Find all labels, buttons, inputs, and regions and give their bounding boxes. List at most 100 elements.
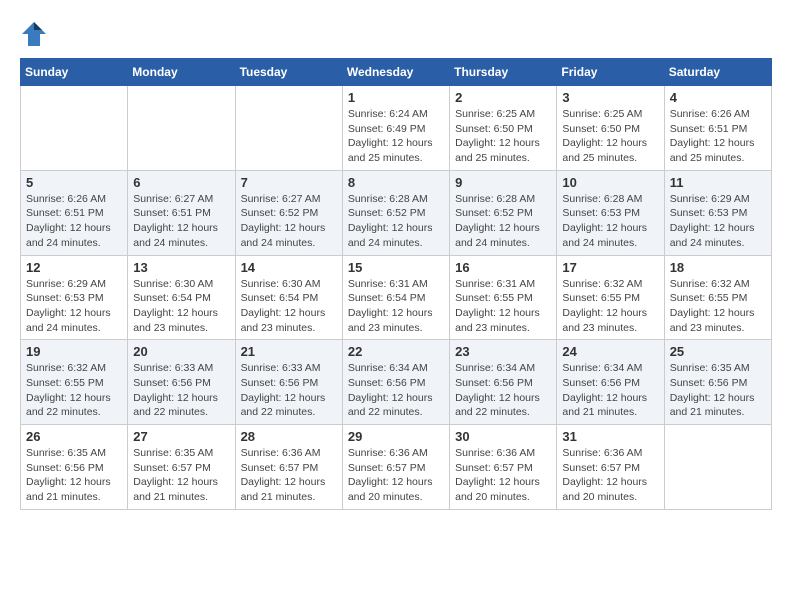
day-number: 26 [26,429,122,444]
calendar-week-row: 5Sunrise: 6:26 AM Sunset: 6:51 PM Daylig… [21,170,772,255]
day-number: 16 [455,260,551,275]
day-number: 18 [670,260,766,275]
calendar-cell: 31 Sunrise: 6:36 AM Sunset: 6:57 PM Dayli… [557,425,664,510]
weekday-header: Tuesday [235,59,342,86]
day-detail: Sunrise: 6:35 AM Sunset: 6:57 PM Dayligh… [133,446,229,505]
calendar-week-row: 19 Sunrise: 6:32 AM Sunset: 6:55 PM Dayli… [21,340,772,425]
day-number: 2 [455,90,551,105]
calendar-cell: 11 Sunrise: 6:29 AM Sunset: 6:53 PM Dayli… [664,170,771,255]
weekday-header: Sunday [21,59,128,86]
day-detail: Sunrise: 6:34 AM Sunset: 6:56 PM Dayligh… [562,361,658,420]
day-detail: Sunrise: 6:36 AM Sunset: 6:57 PM Dayligh… [455,446,551,505]
day-detail: Sunrise: 6:36 AM Sunset: 6:57 PM Dayligh… [562,446,658,505]
calendar-table: SundayMondayTuesdayWednesdayThursdayFrid… [20,58,772,510]
day-number: 23 [455,344,551,359]
calendar-week-row: 1Sunrise: 6:24 AM Sunset: 6:49 PM Daylig… [21,86,772,171]
weekday-header: Thursday [450,59,557,86]
day-number: 24 [562,344,658,359]
calendar-cell: 24 Sunrise: 6:34 AM Sunset: 6:56 PM Dayli… [557,340,664,425]
day-number: 29 [348,429,444,444]
day-detail: Sunrise: 6:30 AM Sunset: 6:54 PM Dayligh… [133,277,229,336]
calendar-cell: 20 Sunrise: 6:33 AM Sunset: 6:56 PM Dayli… [128,340,235,425]
calendar-week-row: 12 Sunrise: 6:29 AM Sunset: 6:53 PM Dayli… [21,255,772,340]
calendar-cell: 21 Sunrise: 6:33 AM Sunset: 6:56 PM Dayli… [235,340,342,425]
day-number: 6 [133,175,229,190]
day-detail: Sunrise: 6:29 AM Sunset: 6:53 PM Dayligh… [670,192,766,251]
calendar-cell [21,86,128,171]
calendar-cell: 2 Sunrise: 6:25 AM Sunset: 6:50 PM Daylig… [450,86,557,171]
calendar-cell: 30 Sunrise: 6:36 AM Sunset: 6:57 PM Dayli… [450,425,557,510]
calendar-cell: 23Sunrise: 6:34 AM Sunset: 6:56 PM Dayli… [450,340,557,425]
day-number: 8 [348,175,444,190]
day-number: 19 [26,344,122,359]
day-detail: Sunrise: 6:29 AM Sunset: 6:53 PM Dayligh… [26,277,122,336]
calendar-cell: 8Sunrise: 6:28 AM Sunset: 6:52 PM Daylig… [342,170,449,255]
calendar-cell: 14 Sunrise: 6:30 AM Sunset: 6:54 PM Dayli… [235,255,342,340]
day-detail: Sunrise: 6:25 AM Sunset: 6:50 PM Dayligh… [562,107,658,166]
day-detail: Sunrise: 6:35 AM Sunset: 6:56 PM Dayligh… [670,361,766,420]
day-detail: Sunrise: 6:33 AM Sunset: 6:56 PM Dayligh… [133,361,229,420]
weekday-header: Wednesday [342,59,449,86]
day-number: 11 [670,175,766,190]
day-detail: Sunrise: 6:27 AM Sunset: 6:51 PM Dayligh… [133,192,229,251]
calendar-cell: 4Sunrise: 6:26 AM Sunset: 6:51 PM Daylig… [664,86,771,171]
calendar-cell: 13 Sunrise: 6:30 AM Sunset: 6:54 PM Dayli… [128,255,235,340]
calendar-cell: 10 Sunrise: 6:28 AM Sunset: 6:53 PM Dayli… [557,170,664,255]
day-detail: Sunrise: 6:27 AM Sunset: 6:52 PM Dayligh… [241,192,337,251]
day-number: 25 [670,344,766,359]
day-number: 22 [348,344,444,359]
day-detail: Sunrise: 6:28 AM Sunset: 6:53 PM Dayligh… [562,192,658,251]
calendar-cell [664,425,771,510]
day-detail: Sunrise: 6:34 AM Sunset: 6:56 PM Dayligh… [348,361,444,420]
day-number: 30 [455,429,551,444]
calendar-cell: 5Sunrise: 6:26 AM Sunset: 6:51 PM Daylig… [21,170,128,255]
day-number: 9 [455,175,551,190]
calendar-cell: 18 Sunrise: 6:32 AM Sunset: 6:55 PM Dayli… [664,255,771,340]
calendar-cell: 3Sunrise: 6:25 AM Sunset: 6:50 PM Daylig… [557,86,664,171]
calendar-cell: 17Sunrise: 6:32 AM Sunset: 6:55 PM Dayli… [557,255,664,340]
day-number: 7 [241,175,337,190]
calendar-cell: 7 Sunrise: 6:27 AM Sunset: 6:52 PM Daylig… [235,170,342,255]
day-number: 15 [348,260,444,275]
day-detail: Sunrise: 6:26 AM Sunset: 6:51 PM Dayligh… [670,107,766,166]
calendar-cell: 16 Sunrise: 6:31 AM Sunset: 6:55 PM Dayli… [450,255,557,340]
logo-icon [20,20,48,48]
day-detail: Sunrise: 6:30 AM Sunset: 6:54 PM Dayligh… [241,277,337,336]
calendar-cell: 22 Sunrise: 6:34 AM Sunset: 6:56 PM Dayli… [342,340,449,425]
calendar-cell: 28 Sunrise: 6:36 AM Sunset: 6:57 PM Dayli… [235,425,342,510]
day-detail: Sunrise: 6:32 AM Sunset: 6:55 PM Dayligh… [670,277,766,336]
day-number: 13 [133,260,229,275]
weekday-header: Saturday [664,59,771,86]
day-number: 20 [133,344,229,359]
day-number: 14 [241,260,337,275]
calendar-cell: 12 Sunrise: 6:29 AM Sunset: 6:53 PM Dayli… [21,255,128,340]
day-detail: Sunrise: 6:31 AM Sunset: 6:55 PM Dayligh… [455,277,551,336]
day-detail: Sunrise: 6:26 AM Sunset: 6:51 PM Dayligh… [26,192,122,251]
calendar-cell: 29 Sunrise: 6:36 AM Sunset: 6:57 PM Dayli… [342,425,449,510]
calendar-cell: 9 Sunrise: 6:28 AM Sunset: 6:52 PM Daylig… [450,170,557,255]
day-number: 28 [241,429,337,444]
day-number: 31 [562,429,658,444]
weekday-header: Monday [128,59,235,86]
day-number: 21 [241,344,337,359]
day-detail: Sunrise: 6:31 AM Sunset: 6:54 PM Dayligh… [348,277,444,336]
day-detail: Sunrise: 6:36 AM Sunset: 6:57 PM Dayligh… [241,446,337,505]
calendar-cell: 1Sunrise: 6:24 AM Sunset: 6:49 PM Daylig… [342,86,449,171]
day-number: 27 [133,429,229,444]
day-detail: Sunrise: 6:28 AM Sunset: 6:52 PM Dayligh… [455,192,551,251]
calendar-cell [128,86,235,171]
calendar-cell: 25 Sunrise: 6:35 AM Sunset: 6:56 PM Dayli… [664,340,771,425]
calendar-cell: 19 Sunrise: 6:32 AM Sunset: 6:55 PM Dayli… [21,340,128,425]
calendar-cell: 6 Sunrise: 6:27 AM Sunset: 6:51 PM Daylig… [128,170,235,255]
day-detail: Sunrise: 6:25 AM Sunset: 6:50 PM Dayligh… [455,107,551,166]
day-number: 17 [562,260,658,275]
day-detail: Sunrise: 6:32 AM Sunset: 6:55 PM Dayligh… [26,361,122,420]
day-detail: Sunrise: 6:36 AM Sunset: 6:57 PM Dayligh… [348,446,444,505]
day-number: 12 [26,260,122,275]
day-detail: Sunrise: 6:33 AM Sunset: 6:56 PM Dayligh… [241,361,337,420]
calendar-cell [235,86,342,171]
calendar-week-row: 26Sunrise: 6:35 AM Sunset: 6:56 PM Dayli… [21,425,772,510]
day-number: 10 [562,175,658,190]
page-header [20,20,772,48]
calendar-header-row: SundayMondayTuesdayWednesdayThursdayFrid… [21,59,772,86]
